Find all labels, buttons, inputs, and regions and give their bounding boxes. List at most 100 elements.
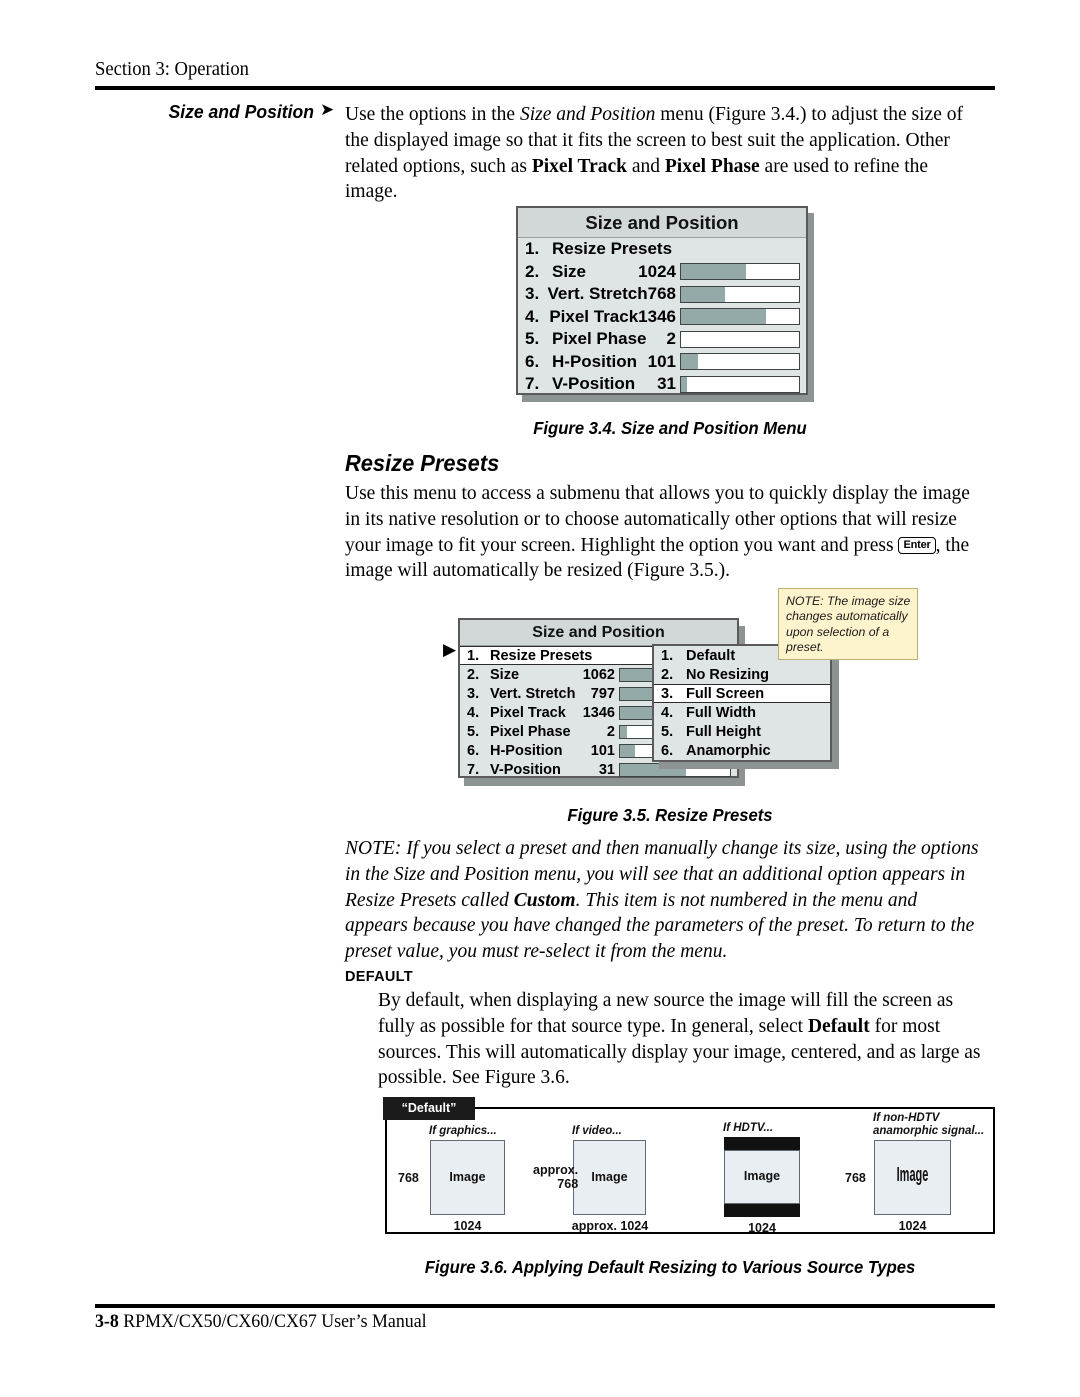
panel-caption-2: If video... (572, 1125, 622, 1138)
text-run: Use this menu to access a submenu that a… (345, 483, 970, 504)
osd-submenu-resize-presets[interactable]: 1. Default 2. No Resizing 3. Full Screen 4. Ful… (652, 644, 832, 762)
osd-item-number: 5. (467, 723, 480, 740)
text-line: the displayed image so that it fits the … (345, 128, 995, 154)
figure-caption-3-4: Figure 3.4. Size and Position Menu (533, 418, 807, 438)
text-line: Use the options in the Size and Position… (345, 102, 995, 128)
osd-menu-item-4[interactable]: 4. Pixel Track 1346 (518, 306, 806, 329)
panel-caption-line: If non-HDTV (873, 1112, 940, 1124)
osd-item-number: 1. (467, 647, 480, 664)
osd-menu-item-1[interactable]: 1. Resize Presets (518, 238, 806, 261)
text-run: possible. See Figure 3.6. (378, 1067, 570, 1089)
osd-item-label: Vert. Stretch (490, 685, 576, 702)
dim-line: 768 (398, 1171, 419, 1185)
panel-caption-line: anamorphic signal... (873, 1125, 985, 1137)
text-run: fully as possible for that source type. … (378, 1015, 808, 1037)
submenu-item-3[interactable]: 3. Full Screen (654, 684, 830, 703)
italic-run: Size and Position (519, 104, 656, 125)
text-line: By default, when displaying a new source… (378, 988, 998, 1014)
footer-manual-title: RPMX/CX50/CX60/CX67 User’s Manual (123, 1311, 427, 1332)
text-line: in its native resolution or to choose au… (345, 507, 995, 533)
panel-screen-3: Image (724, 1150, 800, 1204)
submenu-item-number: 4. (661, 704, 674, 721)
figure-caption-3-6: Figure 3.6. Applying Default Resizing to… (424, 1257, 916, 1277)
diagram-tag-default: “Default” (383, 1097, 475, 1120)
document-page: Section 3: Operation Size and Position ➤… (0, 0, 1080, 1397)
bold-italic-run: Custom (513, 889, 576, 911)
osd-item-number: 7. (525, 374, 540, 394)
osd-item-value: 1346 (638, 306, 676, 326)
osd-item-label: Resize Presets (552, 239, 673, 259)
menu-selection-arrow-icon: ▶ (443, 640, 457, 659)
footer-page-number: 3-8 (95, 1311, 119, 1332)
submenu-item-label: Full Screen (686, 685, 765, 702)
text-run: are used to refine the (759, 155, 929, 177)
osd-item-slider[interactable] (680, 285, 800, 303)
osd-item-number: 2. (467, 666, 480, 683)
text-line: preset value, you must re-select it from… (345, 939, 995, 965)
resize-presets-paragraph: Use this menu to access a submenu that a… (345, 481, 995, 584)
osd-item-value: 768 (647, 284, 676, 304)
italic-run: preset value, you must re-select it from… (345, 941, 728, 963)
submenu-item-6[interactable]: 6. Anamorphic (654, 741, 830, 760)
osd-item-label: Pixel Track (490, 704, 566, 721)
italic-run: NOTE: If you select a preset and then ma… (345, 838, 979, 859)
text-line: fully as possible for that source type. … (378, 1014, 998, 1040)
submenu-item-4[interactable]: 4. Full Width (654, 703, 830, 722)
submenu-item-label: No Resizing (686, 666, 769, 683)
osd-item-slider[interactable] (680, 330, 800, 348)
text-line: image. (345, 179, 995, 205)
osd-slider-fill (681, 354, 698, 370)
osd-item-slider[interactable] (680, 308, 800, 326)
osd-item-number: 6. (467, 742, 480, 759)
text-line: image will automatically be resized (Fig… (345, 558, 995, 584)
bold-run: Pixel Phase (664, 155, 760, 177)
osd-item-value: 31 (598, 761, 615, 778)
osd-menu-item-6[interactable]: 6. H-Position 101 (518, 351, 806, 374)
heading-default: DEFAULT (345, 969, 413, 985)
osd-item-value: 1024 (638, 261, 676, 281)
osd-item-value: 2 (606, 723, 615, 740)
osd-item-value: 2 (666, 329, 676, 349)
submenu-item-5[interactable]: 5. Full Height (654, 722, 830, 741)
osd-menu-item-2[interactable]: 2. Size 1024 (518, 261, 806, 284)
text-run: your image to fit your screen. Highlight… (345, 534, 899, 556)
italic-run: . This item is not numbered in the menu … (575, 889, 918, 911)
osd-item-value: 101 (647, 351, 676, 371)
osd-slider-fill (620, 725, 627, 738)
italic-run: Resize Presets called (345, 889, 514, 911)
osd-item-label: Size (552, 261, 587, 281)
osd-item-label: H-Position (490, 742, 563, 759)
osd-item-number: 2. (525, 261, 540, 281)
submenu-item-number: 6. (661, 742, 674, 759)
osd-item-value: 101 (590, 742, 615, 759)
osd-item-slider[interactable] (680, 375, 800, 393)
osd-slider-fill (620, 744, 636, 757)
panel-caption-line: If video... (572, 1125, 622, 1137)
panel-screen-4: Image (874, 1140, 951, 1215)
note-line: changes automatically (786, 609, 908, 624)
text-run: related options, such as (345, 155, 532, 177)
heading-resize-presets: Resize Presets (345, 450, 500, 476)
text-line: Use this menu to access a submenu that a… (345, 481, 995, 507)
osd-slider-fill (681, 286, 725, 302)
osd-item-label: Resize Presets (490, 647, 593, 664)
osd-item-slider[interactable] (680, 263, 800, 281)
osd-item-label: V-Position (552, 374, 636, 394)
osd-menu-item-7[interactable]: 7. V-Position 31 (518, 373, 806, 396)
osd-item-label: Pixel Track (549, 306, 639, 326)
panel-caption-4: If non-HDTV anamorphic signal... (873, 1112, 984, 1138)
submenu-item-2[interactable]: 2. No Resizing (654, 665, 830, 684)
text-run: in its native resolution or to choose au… (345, 508, 957, 530)
submenu-item-label: Default (686, 647, 736, 664)
panel-screen-2: Image (573, 1140, 646, 1215)
osd-item-value: 797 (590, 685, 615, 702)
text-run: image. (345, 181, 398, 203)
text-run: and (626, 155, 665, 177)
osd-menu-size-and-position[interactable]: Size and Position 1. Resize Presets 2. Size 1… (516, 206, 808, 395)
panel-width-label-3: 1024 (748, 1221, 776, 1235)
osd-menu-item-5[interactable]: 5. Pixel Phase 2 (518, 328, 806, 351)
osd-item-slider[interactable] (680, 353, 800, 371)
panel-image-label-1: Image (449, 1169, 486, 1184)
text-run: Use the options in the (345, 104, 520, 125)
osd-menu-item-3[interactable]: 3. Vert. Stretch 768 (518, 283, 806, 306)
